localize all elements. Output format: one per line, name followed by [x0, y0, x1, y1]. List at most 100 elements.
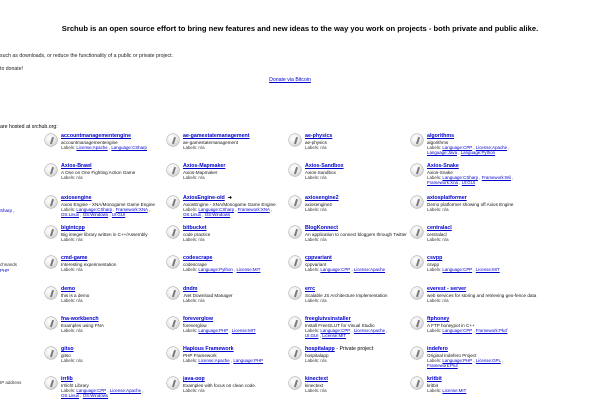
project-name-link[interactable]: java-oop — [183, 376, 205, 382]
project-name-link[interactable]: axiosengine — [61, 195, 92, 201]
project-name-link[interactable]: axiosplatformer — [427, 195, 467, 201]
label-link[interactable]: Language:CSharp — [76, 207, 112, 212]
label-link[interactable]: Language:CSharp — [442, 175, 478, 180]
label-link[interactable]: Language:CPP — [442, 145, 472, 150]
project-name-link[interactable]: freeglutvsinstaller — [305, 316, 351, 322]
label-link[interactable]: Framework:XNA — [116, 207, 148, 212]
project-name-link[interactable]: indefero — [427, 346, 448, 352]
label-link[interactable]: License:MIT — [232, 328, 256, 333]
project-name-link[interactable]: fna-workbench — [61, 316, 99, 322]
project-name-link[interactable]: dndm — [183, 286, 197, 292]
labels-none: n/a — [76, 266, 83, 272]
project-name-link[interactable]: kinectext — [305, 376, 328, 382]
label-link[interactable]: Language:CPP — [442, 328, 472, 333]
label-link[interactable]: UI:GUI — [112, 212, 125, 217]
project-name-link[interactable]: kritbit — [427, 376, 442, 382]
label-link[interactable]: License:GPL — [476, 358, 501, 363]
project-name-link[interactable]: bitbucket — [183, 225, 207, 231]
labels-prefix: Labels: — [305, 387, 320, 393]
project-name-link[interactable]: everest - server — [427, 286, 466, 292]
project-labels: Labels: n/a — [183, 145, 273, 150]
label-link[interactable]: Language:PHP — [233, 358, 263, 363]
project-name-link[interactable]: Axios-Brawl — [61, 163, 92, 169]
project-labels: Labels: Language:CPP , License:Apache , … — [305, 327, 388, 339]
project-icon — [411, 287, 423, 299]
project-name-link[interactable]: algorithms — [427, 133, 454, 139]
project-name-link[interactable]: Axios-Snake — [427, 163, 459, 169]
label-link[interactable]: Language:PHP — [198, 328, 228, 333]
label-link[interactable]: License:MIT — [237, 267, 261, 272]
label-link[interactable]: Language:Java — [427, 150, 457, 155]
labels-none: n/a — [198, 236, 205, 242]
label-link[interactable]: OS:Windows — [83, 393, 108, 398]
label-link[interactable]: OS:Linux — [61, 393, 79, 398]
project-labels: Labels: n/a — [427, 298, 517, 303]
label-link[interactable]: OS:Linux — [61, 212, 79, 217]
label-link[interactable]: Framework:Xna — [427, 180, 458, 185]
label-link[interactable]: Language:CPP — [320, 267, 350, 272]
project-name-link[interactable]: ae-physics — [305, 133, 332, 139]
label-link[interactable]: OS:Windows — [83, 212, 108, 217]
label-link[interactable]: Language:CSharp — [111, 145, 147, 150]
label-link[interactable]: Language:CPP — [320, 328, 350, 333]
labels-prefix: Labels: — [183, 174, 198, 180]
label-link[interactable]: Language:PHP — [442, 358, 472, 363]
label-link[interactable]: UI:GUI — [305, 333, 318, 338]
project-name-link[interactable]: irrlib — [61, 376, 73, 382]
project-name-link[interactable]: errc — [305, 286, 315, 292]
label-link[interactable]: License:Apache — [76, 145, 107, 150]
project-name-link[interactable]: centralacl — [427, 225, 452, 231]
project-name-link[interactable]: csvpp — [427, 255, 442, 261]
label-link[interactable]: Language:CPP — [76, 388, 106, 393]
project-name-link[interactable]: cmd-game — [61, 255, 88, 261]
donate-line: Donate via Bitcoin — [0, 77, 580, 83]
project-name-link[interactable]: demo — [61, 286, 75, 292]
project-name-link[interactable]: bigintcpp — [61, 225, 85, 231]
label-link[interactable]: License:Apache — [476, 145, 507, 150]
label-link[interactable]: Framework:Wii — [482, 175, 511, 180]
label-link[interactable]: Language:Python — [198, 267, 232, 272]
label-link[interactable]: Language:CPP — [442, 267, 472, 272]
project-icon — [289, 256, 301, 268]
label-link[interactable]: Language:Python — [461, 150, 495, 155]
label-link[interactable]: License:MIT — [442, 388, 466, 393]
project-name-link[interactable]: BlogKonnect — [305, 225, 338, 231]
project-name-link[interactable]: accountmanagementengine — [61, 133, 131, 139]
project-name-link[interactable]: Axios-Sandbox — [305, 163, 344, 169]
project-name-link[interactable]: axiosengine2 — [305, 195, 339, 201]
project-labels: Labels: Language:CPP , Framework:Pkcf — [427, 327, 508, 333]
label-link[interactable]: License:MIT — [476, 267, 500, 272]
project-icon — [167, 347, 179, 359]
project-name-link[interactable]: Hapious Framework — [183, 346, 234, 352]
label-link[interactable]: License:Apache — [354, 328, 385, 333]
project-text: Hapious Framework PHP Framework Labels: Li… — [183, 346, 273, 363]
labels-none: n/a — [198, 174, 205, 180]
label-link[interactable]: OS:Linux — [183, 212, 201, 217]
project-icon — [167, 134, 179, 146]
label-link[interactable]: UI:GUI — [462, 180, 475, 185]
project-name-link[interactable]: ftphoney — [427, 316, 449, 322]
labels-prefix: Labels: — [183, 387, 198, 393]
label-link[interactable]: License:Apache — [198, 358, 229, 363]
project-name-link[interactable]: ae-gamestatemanagement — [183, 133, 250, 139]
project-text: BlogKonnect An application to connect blo… — [305, 225, 407, 242]
project-name-link[interactable]: codescrape — [183, 255, 212, 261]
labels-prefix: Labels: — [61, 206, 76, 212]
label-link[interactable]: OS:Windows — [205, 212, 230, 217]
label-link[interactable]: License:Apache — [110, 388, 141, 393]
project-name-link[interactable]: Axios-Mapmaker — [183, 163, 225, 169]
project-name-link[interactable]: AxiosEngine-old — [183, 195, 225, 201]
label-link[interactable]: License:MIT — [322, 333, 346, 338]
label-link[interactable]: Framework:Pluf — [427, 363, 458, 368]
project-labels: Labels: n/a — [183, 298, 273, 303]
project-name-link[interactable]: foreverglow — [183, 316, 213, 322]
label-link[interactable]: Framework:Pkcf — [476, 328, 508, 333]
label-link[interactable]: Framework:XNA — [238, 207, 270, 212]
label-link[interactable]: Language:CSharp — [198, 207, 234, 212]
hosted-text: are hosted at srchub.org: — [0, 124, 58, 130]
project-name-link[interactable]: cppvariant — [305, 255, 332, 261]
project-name-link[interactable]: gitso — [61, 346, 74, 352]
project-name-link[interactable]: hospitalapp — [305, 346, 335, 352]
label-link[interactable]: License:Apache — [354, 267, 385, 272]
donate-link[interactable]: Donate via Bitcoin — [269, 77, 311, 83]
